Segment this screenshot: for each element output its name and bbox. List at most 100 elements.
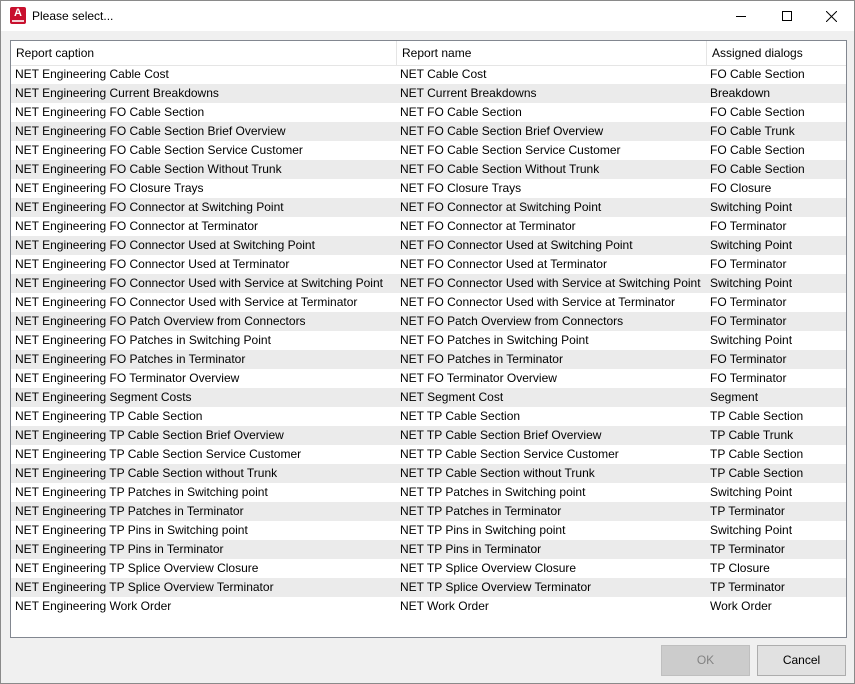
window-title: Please select... bbox=[32, 9, 114, 23]
assigned-dialog-cell: TP Cable Section bbox=[710, 447, 804, 461]
report-name-cell: NET FO Connector Used with Service at Sw… bbox=[400, 276, 701, 290]
report-caption-cell: NET Engineering FO Connector at Terminat… bbox=[15, 219, 259, 233]
report-name-cell: NET FO Connector Used at Switching Point bbox=[400, 238, 633, 252]
report-caption-cell: NET Engineering FO Connector Used at Swi… bbox=[15, 238, 315, 252]
report-caption-cell: NET Engineering TP Cable Section bbox=[15, 409, 203, 423]
cancel-button[interactable]: Cancel bbox=[757, 645, 846, 676]
assigned-dialog-cell: TP Cable Section bbox=[710, 466, 804, 480]
assigned-dialog-cell: Switching Point bbox=[710, 200, 793, 214]
table-row[interactable]: NET Engineering TP Patches in Switching … bbox=[11, 483, 846, 502]
report-caption-cell: NET Engineering FO Patch Overview from C… bbox=[15, 314, 306, 328]
assigned-dialog-cell: FO Terminator bbox=[710, 257, 787, 271]
table-row[interactable]: NET Engineering FO Connector at Switchin… bbox=[11, 198, 846, 217]
table-row[interactable]: NET Engineering Cable Cost NET Cable Cost… bbox=[11, 65, 846, 84]
report-name-cell: NET FO Cable Section bbox=[400, 105, 522, 119]
table-row[interactable]: NET Engineering FO Patch Overview from C… bbox=[11, 312, 846, 331]
table-row[interactable]: NET Engineering TP Cable Section Service… bbox=[11, 445, 846, 464]
table-row[interactable]: NET Engineering FO Cable Section NET FO C… bbox=[11, 103, 846, 122]
close-button[interactable] bbox=[808, 1, 854, 31]
table-row[interactable]: NET Engineering TP Splice Overview Closu… bbox=[11, 559, 846, 578]
report-name-cell: NET FO Cable Section Without Trunk bbox=[400, 162, 600, 176]
report-name-cell: NET TP Splice Overview Terminator bbox=[400, 580, 592, 594]
report-name-cell: NET TP Splice Overview Closure bbox=[400, 561, 577, 575]
report-caption-cell: NET Engineering FO Closure Trays bbox=[15, 181, 204, 195]
table-row[interactable]: NET Engineering TP Cable Section without… bbox=[11, 464, 846, 483]
report-caption-cell: NET Engineering FO Terminator Overview bbox=[15, 371, 240, 385]
assigned-dialog-cell: FO Terminator bbox=[710, 314, 787, 328]
report-name-cell: NET TP Cable Section Brief Overview bbox=[400, 428, 602, 442]
assigned-dialog-cell: FO Cable Section bbox=[710, 67, 805, 81]
table-row[interactable]: NET Engineering Work Order NET Work Order… bbox=[11, 597, 846, 616]
report-name-cell: NET FO Closure Trays bbox=[400, 181, 522, 195]
title-bar[interactable]: A Please select... bbox=[1, 1, 854, 31]
table-row[interactable]: NET Engineering TP Patches in Terminator… bbox=[11, 502, 846, 521]
report-caption-cell: NET Engineering TP Pins in Switching poi… bbox=[15, 523, 248, 537]
report-caption-cell: NET Engineering FO Patches in Terminator bbox=[15, 352, 246, 366]
report-caption-cell: NET Engineering FO Cable Section bbox=[15, 105, 205, 119]
report-list[interactable]: Report caption Report name Assigned dial… bbox=[10, 40, 847, 638]
report-name-cell: NET TP Cable Section without Trunk bbox=[400, 466, 595, 480]
report-name-cell: NET FO Connector Used with Service at Te… bbox=[400, 295, 675, 309]
report-name-cell: NET FO Terminator Overview bbox=[400, 371, 557, 385]
report-caption-cell: NET Engineering TP Splice Overview Closu… bbox=[15, 561, 259, 575]
report-name-cell: NET Work Order bbox=[400, 599, 489, 613]
report-caption-cell: NET Engineering Work Order bbox=[15, 599, 172, 613]
table-row[interactable]: NET Engineering FO Patches in Switching … bbox=[11, 331, 846, 350]
table-row[interactable]: NET Engineering TP Splice Overview Termi… bbox=[11, 578, 846, 597]
table-row[interactable]: NET Engineering FO Connector at Terminat… bbox=[11, 217, 846, 236]
report-name-cell: NET TP Cable Section bbox=[400, 409, 521, 423]
report-caption-cell: NET Engineering FO Connector Used with S… bbox=[15, 295, 358, 309]
table-row[interactable]: NET Engineering TP Cable Section Brief O… bbox=[11, 426, 846, 445]
maximize-button[interactable] bbox=[764, 1, 810, 31]
assigned-dialog-cell: TP Cable Trunk bbox=[710, 428, 794, 442]
table-row[interactable]: NET Engineering TP Pins in Terminator NET… bbox=[11, 540, 846, 559]
report-caption-cell: NET Engineering TP Splice Overview Termi… bbox=[15, 580, 274, 594]
assigned-dialog-cell: TP Terminator bbox=[710, 504, 785, 518]
table-row[interactable]: NET Engineering FO Connector Used with S… bbox=[11, 274, 846, 293]
report-name-cell: NET FO Cable Section Service Customer bbox=[400, 143, 621, 157]
assigned-dialog-cell: FO Cable Section bbox=[710, 105, 805, 119]
assigned-dialog-cell: Segment bbox=[710, 390, 759, 404]
assigned-dialog-cell: TP Terminator bbox=[710, 542, 785, 556]
table-row[interactable]: NET Engineering FO Closure Trays NET FO C… bbox=[11, 179, 846, 198]
maximize-icon bbox=[782, 11, 792, 21]
assigned-dialog-cell: FO Closure bbox=[710, 181, 772, 195]
report-name-cell: NET Cable Cost bbox=[400, 67, 487, 81]
list-header: Report caption Report name Assigned dial… bbox=[11, 41, 846, 66]
table-row[interactable]: NET Engineering FO Cable Section Without… bbox=[11, 160, 846, 179]
report-name-cell: NET Segment Cost bbox=[400, 390, 504, 404]
table-row[interactable]: NET Engineering Segment Costs NET Segment… bbox=[11, 388, 846, 407]
minimize-button[interactable] bbox=[718, 1, 764, 31]
table-row[interactable]: NET Engineering FO Cable Section Brief O… bbox=[11, 122, 846, 141]
assigned-dialog-cell: FO Cable Trunk bbox=[710, 124, 795, 138]
column-header-report-caption[interactable]: Report caption bbox=[11, 41, 397, 65]
report-name-cell: NET FO Patch Overview from Connectors bbox=[400, 314, 624, 328]
report-caption-cell: NET Engineering FO Cable Section Without… bbox=[15, 162, 282, 176]
table-row[interactable]: NET Engineering TP Cable Section NET TP C… bbox=[11, 407, 846, 426]
assigned-dialog-cell: FO Terminator bbox=[710, 352, 787, 366]
table-row[interactable]: NET Engineering FO Cable Section Service… bbox=[11, 141, 846, 160]
table-row[interactable]: NET Engineering FO Patches in Terminator… bbox=[11, 350, 846, 369]
column-header-report-name[interactable]: Report name bbox=[397, 41, 707, 65]
report-caption-cell: NET Engineering TP Pins in Terminator bbox=[15, 542, 224, 556]
table-row[interactable]: NET Engineering FO Connector Used with S… bbox=[11, 293, 846, 312]
report-caption-cell: NET Engineering FO Patches in Switching … bbox=[15, 333, 271, 347]
column-header-assigned-dialogs[interactable]: Assigned dialogs bbox=[707, 41, 846, 65]
table-row[interactable]: NET Engineering FO Connector Used at Swi… bbox=[11, 236, 846, 255]
report-caption-cell: NET Engineering FO Connector at Switchin… bbox=[15, 200, 284, 214]
table-row[interactable]: NET Engineering TP Pins in Switching poi… bbox=[11, 521, 846, 540]
assigned-dialog-cell: TP Terminator bbox=[710, 580, 785, 594]
table-row[interactable]: NET Engineering FO Connector Used at Ter… bbox=[11, 255, 846, 274]
report-caption-cell: NET Engineering TP Patches in Terminator bbox=[15, 504, 244, 518]
report-name-cell: NET TP Patches in Switching point bbox=[400, 485, 586, 499]
ok-button[interactable]: OK bbox=[661, 645, 750, 676]
table-row[interactable]: NET Engineering FO Terminator Overview NE… bbox=[11, 369, 846, 388]
table-row[interactable]: NET Engineering Current Breakdowns NET Cu… bbox=[11, 84, 846, 103]
assigned-dialog-cell: FO Terminator bbox=[710, 219, 787, 233]
minimize-icon bbox=[736, 16, 746, 17]
assigned-dialog-cell: FO Terminator bbox=[710, 371, 787, 385]
assigned-dialog-cell: FO Cable Section bbox=[710, 162, 805, 176]
report-name-cell: NET FO Connector Used at Terminator bbox=[400, 257, 607, 271]
assigned-dialog-cell: FO Terminator bbox=[710, 295, 787, 309]
report-caption-cell: NET Engineering Current Breakdowns bbox=[15, 86, 219, 100]
